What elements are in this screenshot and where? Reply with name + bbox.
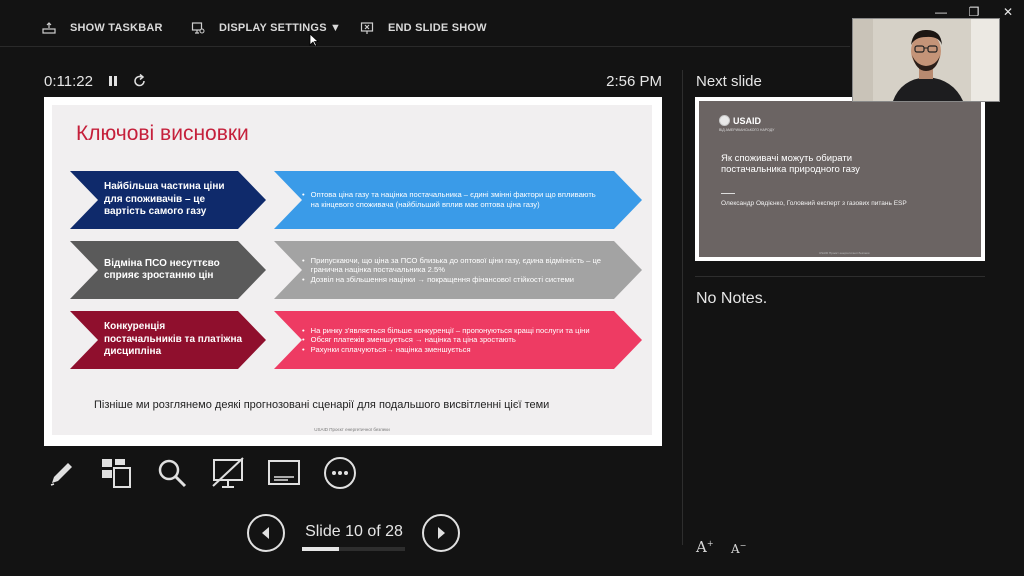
see-all-slides-button[interactable] bbox=[98, 455, 134, 491]
zoom-button[interactable] bbox=[154, 455, 190, 491]
subtitles-icon bbox=[268, 460, 300, 485]
increase-font-button[interactable]: A+ bbox=[696, 538, 714, 556]
next-arrow-icon bbox=[438, 527, 445, 539]
display-settings-label: DISPLAY SETTINGS ▼ bbox=[219, 22, 342, 34]
slide-counter: Slide 10 of 28 bbox=[305, 523, 403, 540]
previous-arrow-icon bbox=[262, 527, 269, 539]
decrease-font-icon: A− bbox=[731, 541, 747, 556]
clock: 2:56 PM bbox=[606, 73, 662, 90]
close-icon: ✕ bbox=[1002, 5, 1014, 19]
usaid-logo: USAID bbox=[719, 115, 761, 126]
more-options-icon bbox=[324, 457, 356, 489]
previous-slide-button[interactable] bbox=[247, 514, 285, 552]
slide-footer-text: Пізніше ми розглянемо деякі прогнозовані… bbox=[94, 399, 550, 411]
row-headline: Найбільша частина ціни для споживачів – … bbox=[104, 181, 225, 218]
display-settings-icon bbox=[191, 22, 205, 34]
show-taskbar-button[interactable]: SHOW TASKBAR bbox=[42, 16, 163, 40]
bullet-item: • Рахунки сплачуються→ націнка зменшуєтьс… bbox=[302, 344, 471, 354]
increase-font-icon: A+ bbox=[696, 538, 714, 556]
bullet-item: • Припускаючи, що ціна за ПСО близька до … bbox=[302, 255, 601, 275]
bullet-item: • Дозвіл на збільшення націнки → покращен… bbox=[302, 274, 575, 284]
zoom-icon bbox=[158, 459, 187, 488]
next-slide-footer: USAID Проєкт енергетичної безпеки bbox=[819, 251, 870, 255]
mouse-cursor-icon bbox=[309, 33, 319, 47]
presenter-video bbox=[853, 19, 999, 101]
slide-progress-bar bbox=[302, 547, 405, 551]
row-headline: Конкуренція постачальників та платіжна д… bbox=[104, 321, 243, 358]
reset-icon bbox=[134, 73, 145, 87]
next-slide-author: Олександр Овдієнко, Головний експерт з г… bbox=[721, 200, 907, 207]
webcam-overlay bbox=[852, 18, 1000, 102]
speaker-notes: No Notes. bbox=[696, 290, 768, 307]
bullet-text: Оптова ціна газу та націнка постачальник… bbox=[310, 190, 596, 209]
conclusion-row: Конкуренція постачальників та платіжна д… bbox=[52, 311, 652, 369]
row-details: • Припускаючи, що ціна за ПСО близька до … bbox=[302, 241, 602, 299]
usaid-seal-icon bbox=[719, 115, 730, 126]
bullet-text: Дозвіл на збільшення націнки → покращенн… bbox=[310, 274, 575, 284]
black-screen-icon bbox=[212, 457, 244, 488]
next-slide-thumbnail[interactable]: USAID ВІД АМЕРИКАНСЬКОГО НАРОДУ Як спожи… bbox=[695, 97, 985, 261]
next-slide-label: Next slide bbox=[696, 73, 762, 90]
black-screen-button[interactable] bbox=[210, 455, 246, 491]
pause-icon bbox=[109, 76, 117, 86]
more-options-button[interactable] bbox=[322, 455, 358, 491]
current-slide[interactable]: Ключові висновки Найбільша частина ціни … bbox=[44, 97, 662, 446]
next-slide-divider bbox=[721, 193, 735, 194]
bullet-item: • Оптова ціна газу та націнка постачальни… bbox=[302, 190, 602, 209]
row-headline: Відміна ПСО несуттєво сприяє зростанню ц… bbox=[104, 257, 220, 282]
pen-icon bbox=[50, 463, 72, 486]
next-slide-title: Як споживачі можуть обирати постачальник… bbox=[721, 153, 860, 175]
reset-timer-button[interactable] bbox=[132, 73, 148, 94]
row-details: • Оптова ціна газу та націнка постачальни… bbox=[302, 171, 602, 229]
usaid-logo-text: USAID bbox=[733, 115, 762, 126]
slide-content: Ключові висновки Найбільша частина ціни … bbox=[52, 105, 652, 435]
end-slide-show-button[interactable]: END SLIDE SHOW bbox=[360, 16, 487, 40]
next-slide-content: USAID ВІД АМЕРИКАНСЬКОГО НАРОДУ Як спожи… bbox=[699, 101, 981, 257]
taskbar-icon bbox=[42, 22, 56, 34]
see-all-slides-icon bbox=[102, 459, 131, 488]
panel-divider bbox=[682, 70, 683, 545]
end-slideshow-icon bbox=[360, 22, 374, 34]
bullet-item: • На ринку з'являється більше конкуренції… bbox=[302, 325, 590, 335]
slide-footer-note: USAID Проєкт енергетичної безпеки bbox=[314, 427, 390, 432]
usaid-logo-subtitle: ВІД АМЕРИКАНСЬКОГО НАРОДУ bbox=[719, 128, 775, 132]
subtitles-button[interactable] bbox=[266, 455, 302, 491]
elapsed-timer: 0:11:22 bbox=[44, 73, 93, 90]
close-button[interactable]: ✕ bbox=[997, 4, 1019, 20]
decrease-font-button[interactable]: A− bbox=[731, 541, 746, 556]
bullet-text: Припускаючи, що ціна за ПСО близька до о… bbox=[310, 255, 601, 275]
row-details: • На ринку з'являється більше конкуренції… bbox=[302, 311, 602, 369]
bullet-item: • Обсяг платежів зменшується → націнка та… bbox=[302, 335, 516, 345]
conclusion-row: Відміна ПСО несуттєво сприяє зростанню ц… bbox=[52, 241, 652, 299]
conclusion-row: Найбільша частина ціни для споживачів – … bbox=[52, 171, 652, 229]
pen-tool-button[interactable] bbox=[44, 455, 80, 491]
end-slide-show-label: END SLIDE SHOW bbox=[388, 22, 487, 34]
slide-title: Ключові висновки bbox=[76, 122, 249, 145]
bullet-text: Обсяг платежів зменшується → націнка та … bbox=[310, 335, 516, 345]
next-slide-button[interactable] bbox=[422, 514, 460, 552]
slide-progress-fill bbox=[302, 547, 339, 551]
minimize-icon: — bbox=[935, 5, 947, 19]
bullet-text: На ринку з'являється більше конкуренції … bbox=[310, 325, 590, 335]
restore-icon: ❐ bbox=[968, 5, 980, 19]
pause-timer-button[interactable] bbox=[106, 73, 120, 94]
top-divider bbox=[0, 46, 850, 47]
show-taskbar-label: SHOW TASKBAR bbox=[70, 22, 163, 34]
bullet-text: Рахунки сплачуються→ націнка зменшується bbox=[310, 344, 471, 354]
notes-divider bbox=[695, 276, 985, 277]
